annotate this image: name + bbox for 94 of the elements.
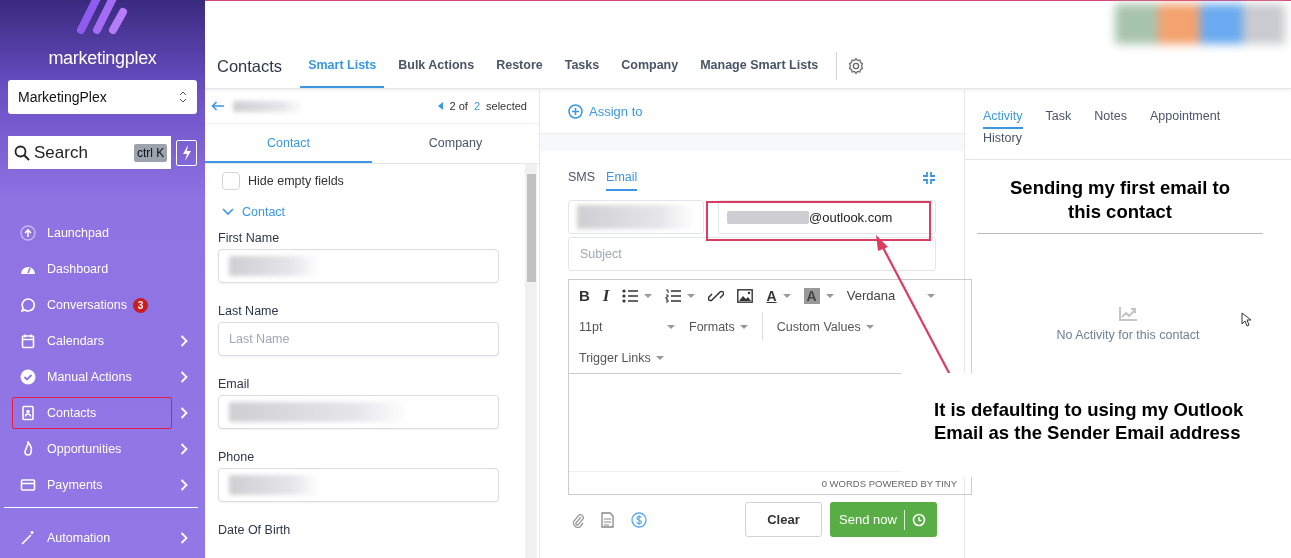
document-icon[interactable] [601, 511, 614, 528]
record-label: selected [486, 100, 527, 112]
chat-icon [20, 297, 36, 313]
from-name-field[interactable] [568, 200, 704, 234]
nav-tab[interactable]: Tasks [556, 44, 608, 88]
nav-item[interactable]: Payments [8, 469, 198, 501]
nav-item[interactable]: Manual Actions [8, 361, 198, 393]
input-field[interactable] [218, 395, 499, 429]
text-color-button[interactable]: A [766, 287, 777, 304]
dollar-icon[interactable] [631, 511, 647, 528]
chevron-icon [180, 479, 188, 491]
activity-tab[interactable]: Appointment [1149, 107, 1221, 129]
settings-icon[interactable] [847, 57, 866, 75]
nav-item[interactable]: Automation [8, 522, 198, 554]
field-label: Email [218, 377, 251, 391]
field-label: Last Name [218, 304, 280, 318]
nav-item[interactable]: Calendars [8, 325, 198, 357]
scrollbar-thumb[interactable] [527, 174, 536, 282]
chevron-icon [180, 407, 188, 419]
word-count: 0 WORDS POWERED BY TINY [821, 477, 957, 489]
sort-arrows-icon [179, 90, 187, 103]
image-icon[interactable] [737, 288, 754, 303]
caret-icon[interactable] [644, 293, 653, 298]
back-arrow-icon[interactable] [211, 101, 225, 111]
empty-state-text: No Activity for this contact [1056, 328, 1200, 342]
card-icon [20, 477, 36, 493]
bold-button[interactable]: B [579, 287, 590, 304]
caret-icon[interactable] [782, 293, 791, 298]
bullet-list-icon[interactable] [622, 288, 639, 303]
activity-tab[interactable]: History [983, 129, 1022, 151]
dropdown-menu[interactable]: Trigger Links [579, 350, 664, 365]
field-label: First Name [218, 231, 281, 245]
chevron-down-icon[interactable] [222, 208, 234, 216]
rocket-icon [20, 225, 36, 241]
lightning-icon [181, 144, 192, 161]
nav-item[interactable]: Opportunities [8, 433, 198, 465]
scrollbar-track[interactable] [525, 164, 537, 558]
field-label: Phone [218, 450, 256, 464]
clock-icon[interactable] [911, 512, 926, 527]
logo-text: marketingplex [48, 48, 157, 69]
font-select[interactable]: Verdana [846, 288, 921, 303]
check-circle-icon [20, 369, 36, 385]
input-field[interactable] [218, 249, 499, 283]
trend-chart-icon [1118, 306, 1138, 322]
calendar-icon [20, 333, 36, 349]
nav-item[interactable]: Dashboard [8, 253, 198, 285]
plus-circle-icon [568, 103, 583, 119]
activity-tab[interactable]: Task [1045, 107, 1072, 129]
nav-tab[interactable]: Restore [488, 44, 551, 88]
collapse-icon[interactable] [922, 171, 936, 185]
dropdown-menu[interactable]: Custom Values [776, 319, 874, 334]
subject-field[interactable]: Subject [568, 237, 936, 271]
caret-icon[interactable] [825, 293, 834, 298]
search-icon [14, 144, 30, 161]
account-select[interactable]: MarketingPlex [8, 79, 197, 114]
nav-tab[interactable]: Bulk Actions [390, 44, 483, 88]
chevron-icon [180, 532, 188, 544]
input-field[interactable]: Last Name [218, 322, 499, 356]
numbered-list-icon[interactable] [665, 288, 682, 303]
wand-icon [20, 530, 36, 546]
address-book-icon [20, 405, 36, 421]
input-field[interactable] [218, 468, 499, 502]
clear-button[interactable]: Clear [745, 502, 822, 537]
page-title: Contacts [217, 56, 283, 76]
caret-icon[interactable] [926, 293, 935, 298]
nav-item[interactable]: Conversations 3 [8, 289, 198, 321]
checkbox[interactable] [222, 172, 240, 190]
dropdown-menu[interactable]: Formats [689, 319, 748, 334]
from-email-field[interactable]: @outlook.com [718, 200, 936, 234]
chevron-icon [180, 335, 188, 347]
caret-icon[interactable] [687, 293, 696, 298]
previous-icon[interactable] [437, 102, 444, 110]
cursor-icon [1241, 312, 1251, 327]
panel-tab[interactable]: Company [372, 124, 539, 163]
record-position: 2 of [449, 100, 468, 112]
chevron-icon [180, 443, 188, 455]
redacted-name [233, 100, 303, 112]
annotation-text: Sending my first email to this contact [977, 176, 1263, 234]
count-badge: 3 [132, 297, 148, 313]
activity-tab[interactable]: Notes [1094, 107, 1127, 129]
nav-tab[interactable]: Manage Smart Lists [692, 44, 827, 88]
search-bar[interactable]: Search ctrl K [8, 136, 172, 169]
chevron-icon [180, 371, 188, 383]
checkbox-label: Hide empty fields [248, 174, 344, 188]
font-size-select[interactable]: 11pt [579, 319, 675, 334]
nav-item[interactable]: Launchpad [8, 217, 198, 249]
paperclip-icon[interactable] [572, 511, 584, 528]
record-total: 2 [473, 100, 480, 112]
nav-tab[interactable]: Company [613, 44, 687, 88]
italic-button[interactable]: I [602, 285, 610, 306]
quick-action-button[interactable] [176, 139, 197, 166]
channel-tab[interactable]: SMS [568, 168, 596, 191]
shortcut-hint: ctrl K [134, 143, 168, 162]
field-label: Date Of Birth [218, 523, 292, 537]
